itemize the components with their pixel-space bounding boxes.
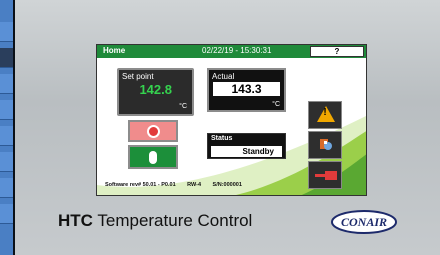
product-name-bold: HTC	[58, 211, 93, 230]
side-tab[interactable]	[0, 152, 13, 172]
serial-number: S/N:000001	[212, 182, 242, 188]
actual-temperature-display: Actual 143.3 °C	[207, 68, 286, 112]
rw-version: RW-4	[187, 182, 202, 188]
actual-label: Actual	[212, 72, 235, 81]
logo-text: CONAIR	[340, 215, 387, 229]
side-tab[interactable]	[0, 22, 13, 42]
hmi-screen: Home 02/22/19 - 15:30:31 ? Set point 142…	[96, 44, 367, 196]
software-info: Software rev# 50.01 - P0.01 RW-4 S/N:000…	[105, 182, 252, 188]
side-tab-strip	[0, 0, 13, 255]
software-version: Software rev# 50.01 - P0.01	[105, 182, 176, 188]
side-tab[interactable]	[0, 204, 13, 224]
status-display: Status Standby	[207, 133, 286, 159]
stop-button[interactable]	[128, 120, 178, 142]
side-tab-active[interactable]	[0, 48, 13, 68]
screen-title: Home	[103, 46, 126, 55]
product-name: HTC Temperature Control	[58, 211, 252, 231]
start-icon	[149, 151, 157, 164]
status-value: Standby	[211, 146, 282, 157]
plug-icon	[315, 171, 337, 180]
datetime-display: 02/22/19 - 15:30:31	[202, 46, 272, 55]
setup-button[interactable]	[308, 131, 342, 159]
product-name-rest: Temperature Control	[97, 211, 253, 230]
warning-mark: !	[323, 107, 327, 118]
stop-icon	[147, 125, 160, 138]
start-button[interactable]	[128, 145, 178, 169]
side-tab[interactable]	[0, 74, 13, 94]
power-plug-button[interactable]	[308, 161, 342, 189]
setpoint-unit: °C	[179, 103, 187, 110]
alarm-button[interactable]: !	[308, 101, 342, 129]
help-button[interactable]: ?	[310, 46, 364, 57]
conair-logo: CONAIR	[330, 209, 398, 235]
setpoint-button[interactable]: Set point 142.8 °C	[117, 68, 194, 116]
setpoint-label: Set point	[122, 72, 154, 81]
boot-icon	[320, 139, 332, 150]
screen-titlebar: Home 02/22/19 - 15:30:31 ?	[97, 45, 366, 58]
status-label: Status	[211, 135, 233, 142]
actual-unit: °C	[272, 101, 280, 108]
side-tab[interactable]	[0, 126, 13, 146]
setpoint-value: 142.8	[139, 82, 172, 97]
side-tab[interactable]	[0, 100, 13, 120]
actual-value: 143.3	[213, 82, 280, 96]
side-tab[interactable]	[0, 178, 13, 198]
